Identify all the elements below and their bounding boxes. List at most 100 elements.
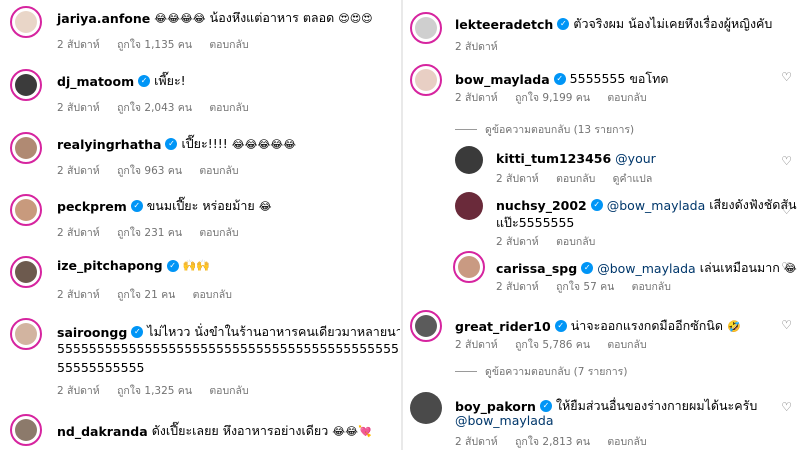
verified-icon: ✓ <box>554 320 567 332</box>
like-count[interactable]: ถูกใจ 1,135 คน <box>117 39 192 51</box>
reply-button[interactable]: ตอบกลับ <box>209 39 248 51</box>
avatar[interactable] <box>453 251 485 283</box>
username[interactable]: boy_pakorn <box>455 399 536 414</box>
like-count[interactable]: ถูกใจ 5,786 คน <box>515 339 590 351</box>
comment-meta: 2 สัปดาห์ ตอบกลับ ดูคำแปล <box>496 170 666 187</box>
heart-outline-icon[interactable]: ♡ <box>781 154 792 168</box>
timestamp: 2 สัปดาห์ <box>57 289 100 301</box>
translate-button[interactable]: ดูคำแปล <box>613 173 653 185</box>
like-count[interactable]: ถูกใจ 57 คน <box>556 281 614 293</box>
comment-text: ให้ยืมส่วนอื่นของร่างกายผมได้นะครับ <box>555 398 758 413</box>
like-count[interactable]: ถูกใจ 9,199 คน <box>515 92 590 104</box>
comment-text: น้องหึงแต่อาหาร ตลอด <box>209 10 335 25</box>
timestamp: 2 สัปดาห์ <box>455 436 498 448</box>
reply-button[interactable]: ตอบกลับ <box>607 92 646 104</box>
reply-button[interactable]: ตอบกลับ <box>607 339 646 351</box>
comment-line: lekteeradetch ✓ ตัวจริงผม น้องไม่เคยหึงเ… <box>455 14 772 34</box>
heart-outline-icon[interactable]: ♡ <box>781 260 792 274</box>
username[interactable]: lekteeradetch <box>455 17 553 32</box>
avatar[interactable] <box>10 6 42 38</box>
comment-meta: 2 สัปดาห์ ถูกใจ 231 คน ตอบกลับ <box>57 224 253 241</box>
heart-outline-icon[interactable]: ♡ <box>781 203 792 217</box>
username[interactable]: kitti_tum123456 <box>496 151 611 166</box>
emoji: 😍😍😍 <box>338 11 373 25</box>
username[interactable]: peckprem <box>57 199 127 214</box>
username[interactable]: ize_pitchapong <box>57 258 163 273</box>
reply-button[interactable]: ตอบกลับ <box>607 436 646 448</box>
comment-text-line: แป๊ะ5555555 <box>496 215 575 230</box>
avatar[interactable] <box>410 12 442 44</box>
reply-button[interactable]: ตอบกลับ <box>193 289 232 301</box>
column-divider <box>401 0 403 450</box>
mention-link[interactable]: @bow_maylada <box>597 261 696 276</box>
view-replies-link[interactable]: ดูข้อความตอบกลับ (13 รายการ) <box>455 121 634 138</box>
avatar[interactable] <box>410 392 442 424</box>
avatar[interactable] <box>10 69 42 101</box>
view-replies-link[interactable]: ดูข้อความตอบกลับ (7 รายการ) <box>455 363 627 380</box>
comment-text: ขนมเปี๊ยะ หร่อยม้าย <box>146 198 255 213</box>
avatar[interactable] <box>10 414 42 446</box>
left-comments-column: jariya.anfone 😂😂😂😂 น้องหึงแต่อาหาร ตลอด … <box>0 0 400 450</box>
comment-meta: 2 สัปดาห์ ถูกใจ 2,043 คน ตอบกลับ <box>57 99 263 116</box>
comment-line: sairoongg ✓ ไม่ไหวว นั่งขำในร้านอาหารคนเ… <box>57 322 400 342</box>
username[interactable]: bow_maylada <box>455 72 550 87</box>
avatar[interactable] <box>410 310 442 342</box>
username[interactable]: realyingrhatha <box>57 137 161 152</box>
emoji: 😂😂😂😂 <box>154 11 206 25</box>
verified-icon: ✓ <box>590 199 603 211</box>
avatar[interactable] <box>455 192 483 220</box>
timestamp: 2 สัปดาห์ <box>57 165 100 177</box>
comment-line: bow_maylada ✓ 5555555 ขอโทด <box>455 69 668 89</box>
reply-line: nuchsy_2002 ✓ @bow_maylada เสียงดังฟังชั… <box>496 195 797 215</box>
emoji: 🤣 <box>726 319 741 333</box>
reply-button[interactable]: ตอบกลับ <box>556 173 595 185</box>
view-replies-label: ดูข้อความตอบกลับ (7 รายการ) <box>485 366 628 378</box>
comment-line: jariya.anfone 😂😂😂😂 น้องหึงแต่อาหาร ตลอด … <box>57 8 373 28</box>
like-count[interactable]: ถูกใจ 1,325 คน <box>117 385 192 397</box>
mention-link[interactable]: @your <box>615 151 656 166</box>
timestamp: 2 สัปดาห์ <box>496 236 539 248</box>
verified-icon: ✓ <box>130 200 143 212</box>
reply-button[interactable]: ตอบกลับ <box>209 385 248 397</box>
avatar[interactable] <box>10 318 42 350</box>
avatar[interactable] <box>410 64 442 96</box>
reply-button[interactable]: ตอบกลับ <box>199 165 238 177</box>
reply-button[interactable]: ตอบกลับ <box>209 102 248 114</box>
heart-outline-icon[interactable]: ♡ <box>781 70 792 84</box>
verified-icon: ✓ <box>165 138 178 150</box>
username[interactable]: carissa_spg <box>496 261 577 276</box>
username[interactable]: dj_matoom <box>57 74 134 89</box>
heart-outline-icon[interactable]: ♡ <box>781 318 792 332</box>
reply-button[interactable]: ตอบกลับ <box>199 227 238 239</box>
verified-icon: ✓ <box>557 18 570 30</box>
like-count[interactable]: ถูกใจ 2,813 คน <box>515 436 590 448</box>
right-comments-column: lekteeradetch ✓ ตัวจริงผม น้องไม่เคยหึงเ… <box>405 0 800 450</box>
like-count[interactable]: ถูกใจ 963 คน <box>117 165 182 177</box>
avatar[interactable] <box>10 194 42 226</box>
comment-meta: 2 สัปดาห์ ถูกใจ 1,135 คน ตอบกลับ <box>57 36 263 53</box>
reply-button[interactable]: ตอบกลับ <box>632 281 671 293</box>
avatar[interactable] <box>455 146 483 174</box>
emoji: 🙌🙌 <box>182 259 211 272</box>
avatar[interactable] <box>10 256 42 288</box>
timestamp: 2 สัปดาห์ <box>496 281 539 293</box>
verified-icon: ✓ <box>166 259 179 272</box>
username[interactable]: jariya.anfone <box>57 11 150 26</box>
like-count[interactable]: ถูกใจ 21 คน <box>117 289 175 301</box>
username[interactable]: sairoongg <box>57 325 127 340</box>
heart-outline-icon[interactable]: ♡ <box>781 400 792 414</box>
mention-link[interactable]: @bow_maylada <box>607 198 706 213</box>
comment-text: เปี๊ยะ!!!! <box>181 136 228 151</box>
comment-line: great_rider10 ✓ น่าจะออกแรงกดมืออีกซักนิ… <box>455 316 741 336</box>
reply-button[interactable]: ตอบกลับ <box>556 236 595 248</box>
like-count[interactable]: ถูกใจ 2,043 คน <box>117 102 192 114</box>
mention-link[interactable]: @bow_maylada <box>455 413 554 428</box>
username[interactable]: nd_dakranda <box>57 424 148 439</box>
username[interactable]: nuchsy_2002 <box>496 198 587 213</box>
like-count[interactable]: ถูกใจ 231 คน <box>117 227 182 239</box>
timestamp: 2 สัปดาห์ <box>57 102 100 114</box>
timestamp: 2 สัปดาห์ <box>57 39 100 51</box>
username[interactable]: great_rider10 <box>455 319 551 334</box>
avatar[interactable] <box>10 132 42 164</box>
verified-icon: ✓ <box>539 400 552 412</box>
